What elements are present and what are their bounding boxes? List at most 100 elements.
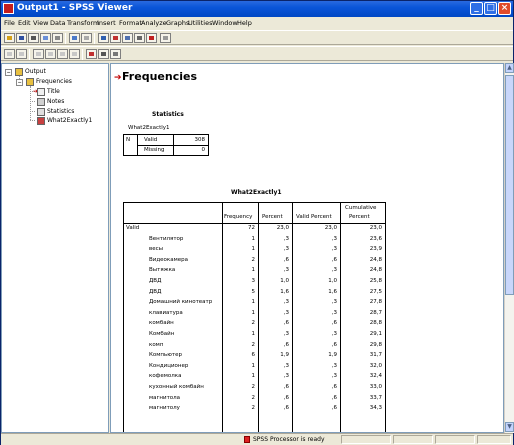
row-frequency: 3 (251, 278, 256, 284)
row-cumulative-percent: 29,8 (369, 342, 382, 348)
menu-graphs[interactable]: Graphs (166, 18, 189, 28)
toolbar-separator (29, 49, 30, 60)
row-percent: ,3 (283, 331, 289, 337)
export-icon[interactable] (52, 33, 63, 43)
minimize-button[interactable]: _ (470, 2, 483, 15)
menu-insert[interactable]: Insert (97, 18, 116, 28)
toolbar-separator (65, 33, 66, 44)
tree-item-what2exactly1[interactable]: What2Exactly1 (37, 116, 107, 126)
menu-transform[interactable]: Transform (67, 18, 99, 28)
menu-edit[interactable]: Edit (18, 18, 31, 28)
tree-connector (30, 120, 35, 121)
table-rule (292, 202, 293, 432)
goto-data-icon[interactable] (98, 33, 109, 43)
row-cumulative-percent: 27,8 (369, 299, 382, 305)
spss-viewer-window: Output1 - SPSS Viewer _ □ × File Edit Vi… (0, 0, 514, 445)
row-valid-percent: 1,0 (328, 278, 337, 284)
outline-pane[interactable]: − Output − Frequencies ➔ Title Notes Sta… (1, 63, 109, 433)
row-valid-percent: ,6 (331, 342, 337, 348)
table-icon (37, 117, 45, 125)
statistics-table-title[interactable]: Statistics (152, 111, 184, 118)
col-valid-percent-header: Valid Percent (296, 214, 332, 220)
spss-app-icon[interactable] (3, 3, 14, 14)
row-valid-percent: ,3 (331, 363, 337, 369)
collapse-output-expander[interactable]: − (5, 69, 12, 76)
output-heading[interactable]: Frequencies (122, 70, 197, 83)
menu-file[interactable]: File (4, 18, 15, 28)
tree-item-notes[interactable]: Notes (37, 97, 107, 107)
toolbar-separator (94, 33, 95, 44)
tree-item-title[interactable]: Title (37, 87, 107, 97)
menu-view[interactable]: View (33, 18, 48, 28)
open-icon[interactable] (4, 33, 15, 43)
row-label: кофемолка (149, 373, 182, 379)
row-cumulative-percent: 27,5 (369, 289, 382, 295)
row-frequency: 1 (251, 331, 256, 337)
statistics-variable-label: What2Exactly1 (128, 125, 170, 131)
undo-icon[interactable] (81, 33, 92, 43)
value-labels-icon[interactable] (146, 33, 157, 43)
expand-icon[interactable] (33, 49, 44, 59)
output-pane[interactable]: ➔ Frequencies Statistics What2Exactly1 N… (110, 63, 504, 433)
table-rule (340, 202, 341, 432)
row-label: кухонный комбайн (149, 384, 204, 390)
table-rule (222, 202, 223, 432)
row-frequency: 5 (251, 289, 256, 295)
frequency-table-title[interactable]: What2Exactly1 (231, 189, 282, 196)
row-valid-percent: ,3 (331, 310, 337, 316)
row-frequency: 1 (251, 310, 256, 316)
row-valid-percent: ,6 (331, 257, 337, 263)
row-valid-percent: ,3 (331, 267, 337, 273)
row-frequency: 2 (251, 395, 256, 401)
output-book-icon (15, 68, 23, 76)
tree-item-frequencies[interactable]: Frequencies (26, 77, 106, 87)
vertical-scrollbar[interactable]: ▲ ▼ (504, 63, 514, 433)
print-icon[interactable] (28, 33, 39, 43)
menu-window[interactable]: Window (212, 18, 238, 28)
row-valid-percent: 1,9 (328, 352, 337, 358)
toolbar-separator (82, 49, 83, 60)
row-valid-percent: 23,0 (324, 225, 337, 231)
title-icon (37, 88, 45, 96)
insert-heading-icon[interactable] (86, 49, 97, 59)
outline-toolbar (1, 46, 513, 61)
variables-icon[interactable] (122, 33, 133, 43)
valid-group-label: Valid (126, 225, 140, 231)
row-cumulative-percent: 33,7 (369, 395, 382, 401)
goto-chart-icon[interactable] (110, 33, 121, 43)
tree-item-output[interactable]: Output (15, 67, 95, 77)
recall-dialog-icon[interactable] (69, 33, 80, 43)
select-cases-icon[interactable] (134, 33, 145, 43)
row-frequency: 1 (251, 246, 256, 252)
close-button[interactable]: × (498, 2, 511, 15)
title-bar[interactable]: Output1 - SPSS Viewer _ □ × (1, 1, 513, 17)
hide-icon[interactable] (69, 49, 80, 59)
menu-utilities[interactable]: Utilities (188, 18, 212, 28)
tree-connector (30, 111, 35, 112)
promote-icon[interactable] (4, 49, 15, 59)
row-percent: ,6 (283, 320, 289, 326)
row-cumulative-percent: 23,6 (369, 236, 382, 242)
scrollbar-thumb[interactable] (505, 75, 514, 295)
maximize-button[interactable]: □ (484, 2, 497, 15)
scroll-down-arrow-icon[interactable]: ▼ (505, 422, 514, 432)
row-label: Компьютер (149, 352, 182, 358)
save-icon[interactable] (16, 33, 27, 43)
insert-text-icon[interactable] (110, 49, 121, 59)
menu-format[interactable]: Format (119, 18, 142, 28)
row-percent: ,3 (283, 363, 289, 369)
designate-window-icon[interactable] (160, 33, 171, 43)
menu-data[interactable]: Data (50, 18, 66, 28)
status-bar: SPSS Processor is ready (1, 433, 513, 445)
collapse-icon[interactable] (45, 49, 56, 59)
demote-icon[interactable] (16, 49, 27, 59)
scroll-up-arrow-icon[interactable]: ▲ (505, 63, 514, 73)
collapse-frequencies-expander[interactable]: − (16, 79, 23, 86)
menu-analyze[interactable]: Analyze (141, 18, 167, 28)
print-preview-icon[interactable] (40, 33, 51, 43)
row-percent: ,3 (283, 246, 289, 252)
row-label: комп (149, 342, 164, 348)
show-icon[interactable] (57, 49, 68, 59)
insert-title-icon[interactable] (98, 49, 109, 59)
menu-help[interactable]: Help (237, 18, 252, 28)
